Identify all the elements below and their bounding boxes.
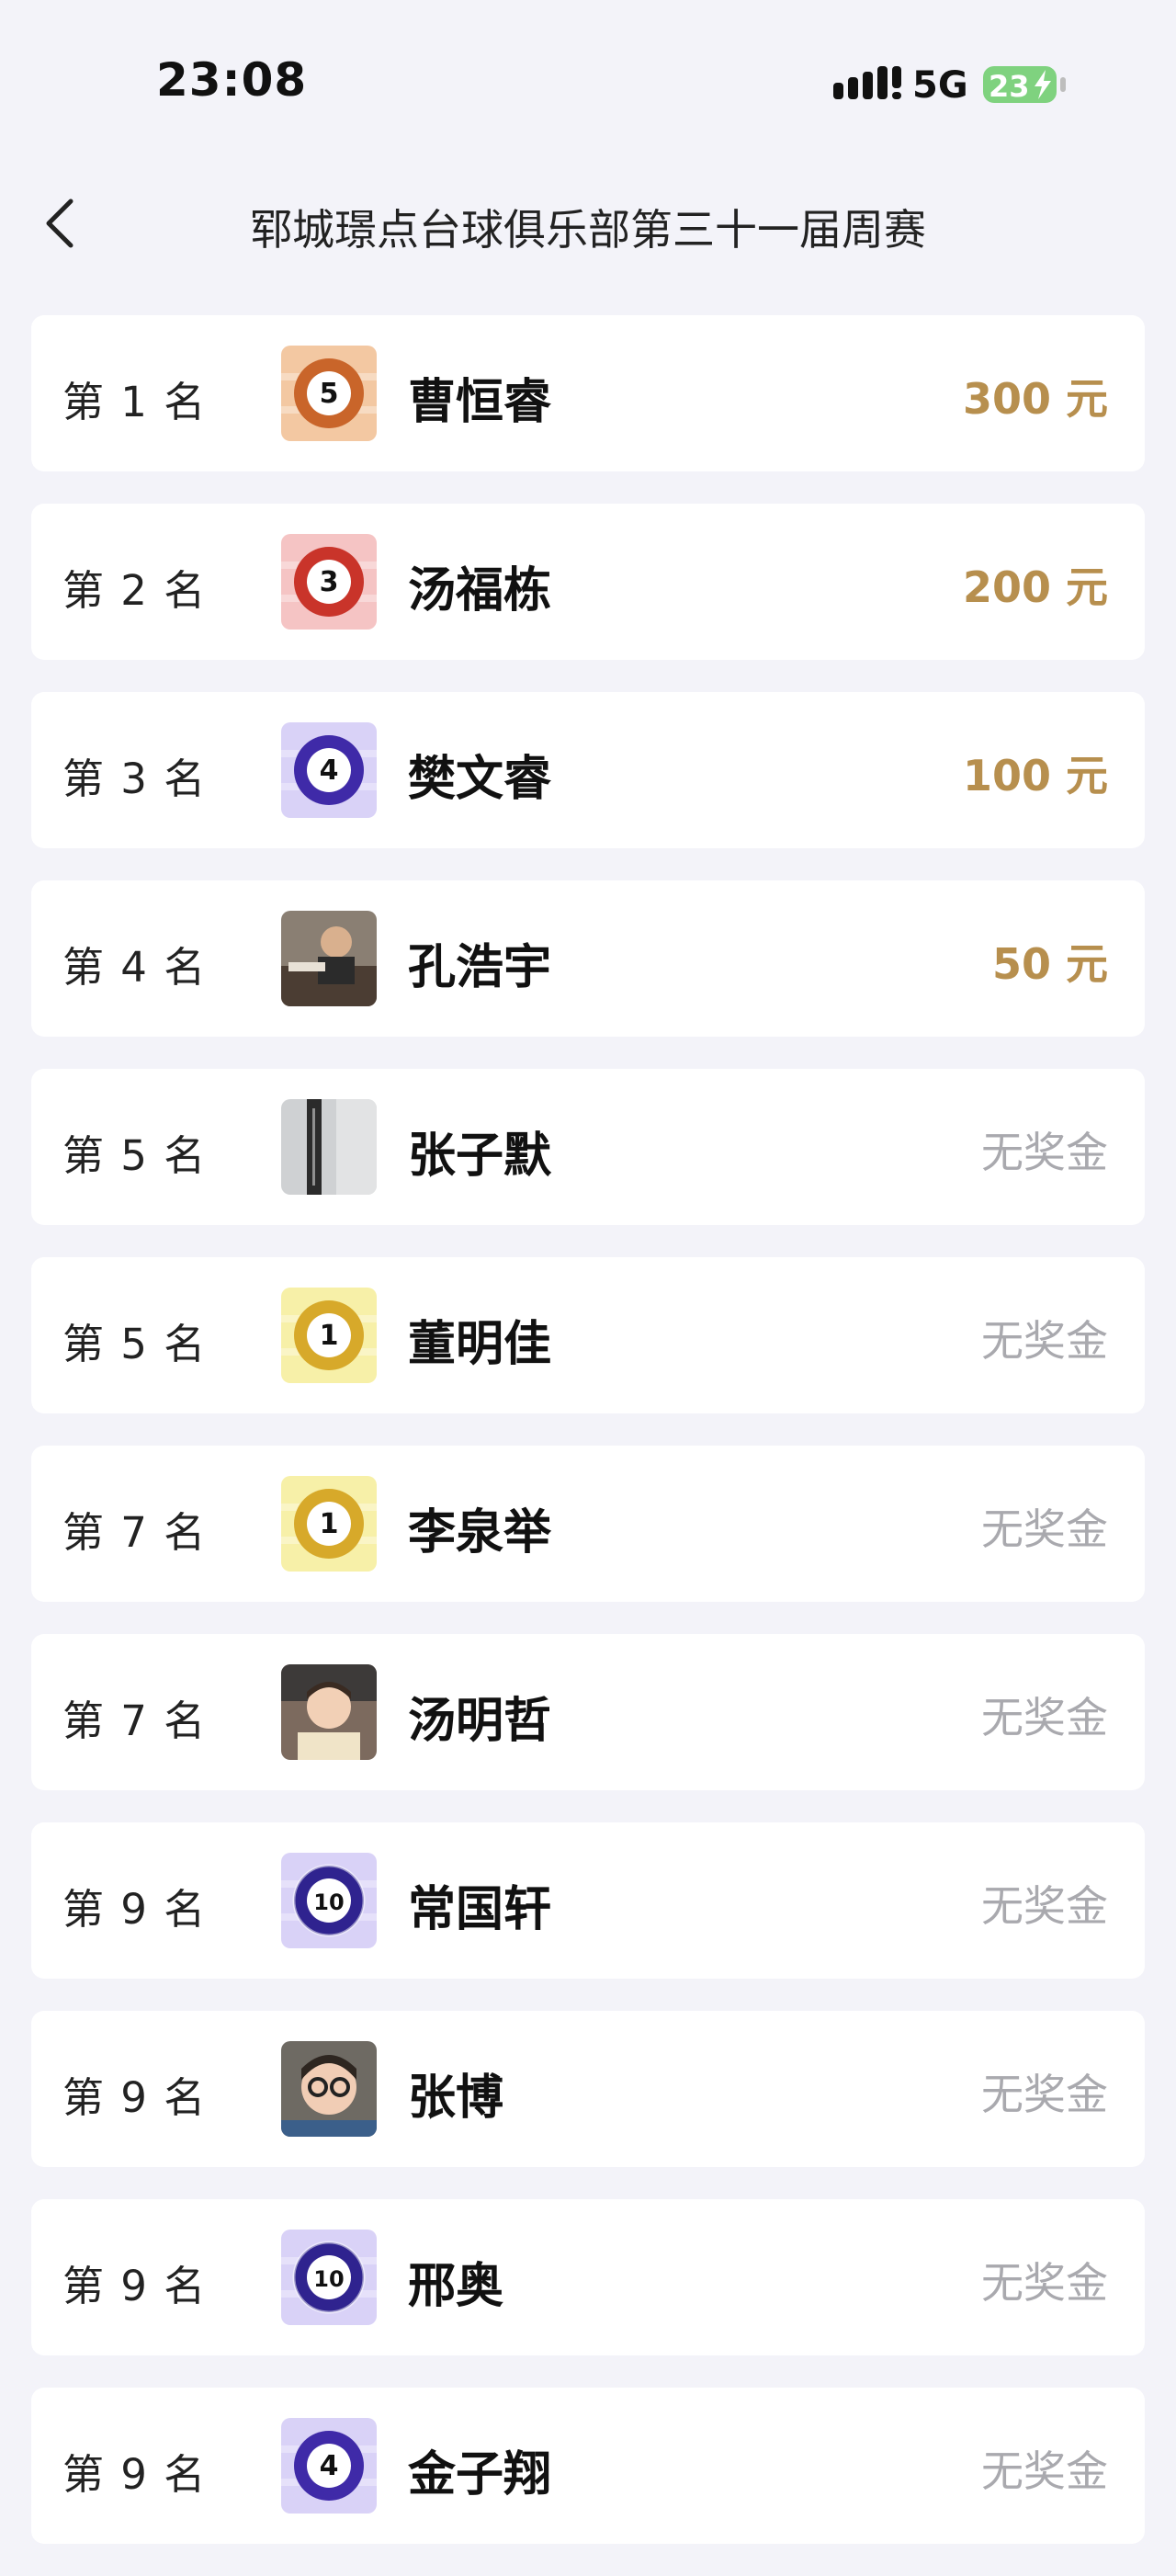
user-photo-icon: [281, 911, 377, 1006]
prize-amount: 100 元: [962, 751, 1108, 800]
rank-label: 第 7 名: [62, 1508, 208, 1557]
ranking-row[interactable]: 第 5 名 1 董明佳 无奖金: [31, 1257, 1145, 1413]
rank-label: 第 5 名: [62, 1320, 208, 1368]
ranking-row[interactable]: 第 3 名 4 樊文睿 100 元: [31, 692, 1145, 848]
ranking-row[interactable]: 第 5 名 张子默 无奖金: [31, 1069, 1145, 1225]
rank-label: 第 5 名: [62, 1131, 208, 1180]
avatar[interactable]: 1: [281, 1288, 377, 1383]
player-name: 李泉举: [408, 1505, 552, 1560]
svg-text:4: 4: [320, 2450, 339, 2482]
ranking-row[interactable]: 第 9 名 10 邢奥 无奖金: [31, 2199, 1145, 2355]
avatar[interactable]: 5: [281, 346, 377, 441]
network-label: 5G: [912, 64, 968, 107]
battery-icon: 23: [983, 66, 1066, 104]
status-time: 23:08: [156, 53, 308, 107]
no-prize-label: 无奖金: [981, 2070, 1108, 2119]
avatar[interactable]: 4: [281, 2418, 377, 2514]
billiard-ball-icon: 4: [281, 722, 377, 818]
no-prize-label: 无奖金: [981, 1504, 1108, 1554]
nav-bar: 郓城璟点台球俱乐部第三十一届周赛: [0, 175, 1176, 276]
no-prize-label: 无奖金: [981, 1316, 1108, 1366]
player-name: 张子默: [408, 1129, 552, 1184]
ranking-row[interactable]: 第 2 名 3 汤福栋 200 元: [31, 504, 1145, 660]
prize-amount: 300 元: [962, 374, 1108, 424]
svg-text:10: 10: [313, 1889, 344, 1915]
svg-text:10: 10: [313, 2266, 344, 2292]
battery-level: 23: [989, 69, 1030, 104]
avatar[interactable]: [281, 2041, 377, 2137]
ranking-row[interactable]: 第 9 名 4 金子翔 无奖金: [31, 2388, 1145, 2544]
rank-label: 第 9 名: [62, 2073, 208, 2122]
billiard-ball-icon: 10: [281, 2230, 377, 2325]
ranking-row[interactable]: 第 7 名 1 李泉举 无奖金: [31, 1446, 1145, 1602]
ranking-row[interactable]: 第 7 名 汤明哲 无奖金: [31, 1634, 1145, 1790]
rank-label: 第 4 名: [62, 943, 208, 992]
ranking-row[interactable]: 第 9 名 张博 无奖金: [31, 2011, 1145, 2167]
billiard-ball-icon: 3: [281, 534, 377, 630]
no-prize-label: 无奖金: [981, 1881, 1108, 1931]
rank-label: 第 2 名: [62, 566, 208, 615]
svg-text:1: 1: [320, 1508, 339, 1540]
player-name: 汤明哲: [408, 1694, 552, 1749]
rank-label: 第 3 名: [62, 755, 208, 803]
player-name: 孔浩宇: [408, 940, 552, 995]
player-name: 曹恒睿: [408, 375, 552, 430]
no-prize-label: 无奖金: [981, 2258, 1108, 2308]
status-bar: 23:08 5G 23: [0, 0, 1176, 175]
billiard-ball-icon: 4: [281, 2418, 377, 2514]
rank-label: 第 9 名: [62, 1885, 208, 1934]
billiard-ball-icon: 1: [281, 1288, 377, 1383]
rank-label: 第 9 名: [62, 2262, 208, 2310]
rank-label: 第 1 名: [62, 378, 208, 426]
no-prize-label: 无奖金: [981, 2446, 1108, 2496]
prize-amount: 200 元: [962, 562, 1108, 612]
user-photo-icon: [281, 1099, 377, 1195]
player-name: 汤福栋: [408, 563, 552, 618]
player-name: 金子翔: [408, 2447, 552, 2502]
no-prize-label: 无奖金: [981, 1693, 1108, 1742]
ranking-row[interactable]: 第 4 名 孔浩宇 50 元: [31, 880, 1145, 1037]
user-photo-icon: [281, 2041, 377, 2137]
ranking-row[interactable]: 第 1 名 5 曹恒睿 300 元: [31, 315, 1145, 471]
user-photo-icon: [281, 1664, 377, 1760]
player-name: 邢奥: [408, 2259, 504, 2314]
player-name: 董明佳: [408, 1317, 552, 1372]
player-name: 张博: [408, 2071, 504, 2126]
avatar[interactable]: 4: [281, 722, 377, 818]
page-title: 郓城璟点台球俱乐部第三十一届周赛: [250, 205, 926, 255]
avatar[interactable]: [281, 1664, 377, 1760]
billiard-ball-icon: 1: [281, 1476, 377, 1572]
svg-text:3: 3: [320, 566, 339, 598]
ranking-row[interactable]: 第 9 名 10 常国轩 无奖金: [31, 1822, 1145, 1979]
avatar[interactable]: [281, 911, 377, 1006]
svg-text:4: 4: [320, 755, 339, 787]
rank-label: 第 9 名: [62, 2450, 208, 2499]
avatar[interactable]: 10: [281, 1853, 377, 1948]
rank-label: 第 7 名: [62, 1697, 208, 1745]
avatar[interactable]: 3: [281, 534, 377, 630]
ranking-list: 第 1 名 5 曹恒睿 300 元第 2 名 3 汤福栋 200 元第 3 名 4 樊文睿 100…: [31, 315, 1145, 2576]
avatar[interactable]: [281, 1099, 377, 1195]
player-name: 常国轩: [408, 1882, 552, 1937]
billiard-ball-icon: 5: [281, 346, 377, 441]
billiard-ball-icon: 10: [281, 1853, 377, 1948]
svg-text:5: 5: [320, 378, 339, 410]
prize-amount: 50 元: [991, 939, 1108, 989]
no-prize-label: 无奖金: [981, 1128, 1108, 1177]
signal-icon: [833, 66, 901, 99]
avatar[interactable]: 10: [281, 2230, 377, 2325]
avatar[interactable]: 1: [281, 1476, 377, 1572]
player-name: 樊文睿: [408, 752, 552, 807]
svg-text:1: 1: [320, 1320, 339, 1352]
